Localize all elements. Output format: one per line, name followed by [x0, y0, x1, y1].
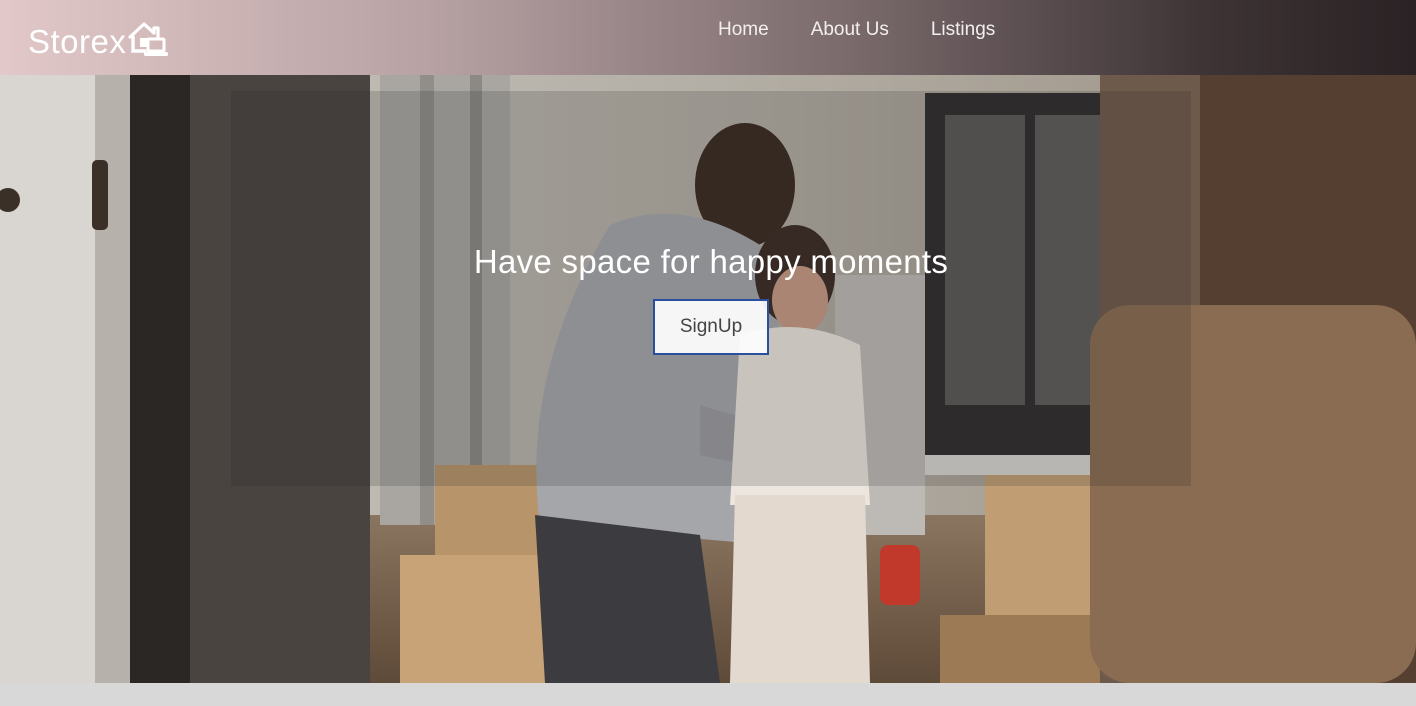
nav-link-listings[interactable]: Listings	[931, 18, 995, 42]
page-bottom-strip	[0, 683, 1416, 706]
nav-link-home[interactable]: Home	[718, 18, 769, 42]
brand-name: Storex	[28, 23, 127, 60]
hero-title: Have space for happy moments	[473, 243, 949, 281]
hero-text-panel	[231, 91, 1191, 486]
signup-button[interactable]: SignUp	[653, 299, 769, 355]
main-nav: Home About Us Listings	[718, 18, 1037, 42]
nav-link-about-us[interactable]: About Us	[811, 18, 889, 42]
top-navbar: Storex Home About Us Listings	[0, 0, 1416, 75]
house-laptop-icon	[128, 22, 169, 56]
brand-logo-link[interactable]: Storex	[28, 22, 169, 62]
hero-section: Have space for happy moments SignUp	[0, 75, 1416, 683]
